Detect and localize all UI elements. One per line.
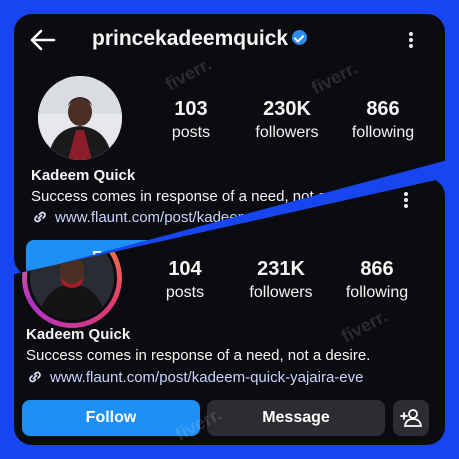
stat-label: posts xyxy=(171,124,211,141)
add-person-icon xyxy=(400,409,422,427)
stat-value: 231K xyxy=(257,258,305,280)
link-icon xyxy=(34,211,46,223)
stat-value: 104 xyxy=(168,258,202,280)
profile-name: Kadeem Quick xyxy=(31,167,136,184)
profile-username: princekadeemquick xyxy=(92,27,308,51)
stat-following[interactable]: 866 following xyxy=(322,258,432,302)
profile-bio: Success comes in response of a need, not… xyxy=(31,188,327,205)
stat-value: 103 xyxy=(174,98,208,120)
stat-value: 230K xyxy=(263,98,311,120)
stat-label: following xyxy=(345,284,409,301)
arrow-left-icon[interactable] xyxy=(28,28,56,52)
profile-link-row[interactable]: www.flaunt.com/post/kadeem xyxy=(31,208,250,226)
more-vertical-icon[interactable] xyxy=(398,190,414,210)
stat-label: posts xyxy=(165,284,205,301)
profile-name: Kadeem Quick xyxy=(26,326,131,343)
watermark: fiverr. xyxy=(307,57,361,99)
stat-label: followers xyxy=(255,124,319,141)
profile-link-row[interactable]: www.flaunt.com/post/kadeem-quick-yajaira… xyxy=(26,368,363,386)
follow-button[interactable]: Follow xyxy=(22,400,200,436)
stat-label: following xyxy=(351,124,415,141)
more-vertical-icon[interactable] xyxy=(403,30,419,50)
follow-button-label: Follow xyxy=(85,409,137,426)
stat-value: 866 xyxy=(360,258,394,280)
watermark: fiverr. xyxy=(337,305,391,347)
message-button[interactable]: Message xyxy=(207,400,385,436)
profile-link[interactable]: www.flaunt.com/post/kadeem-quick-yajaira… xyxy=(50,369,363,386)
stat-posts[interactable]: 104 posts xyxy=(130,258,240,302)
stat-value: 866 xyxy=(366,98,400,120)
stat-followers[interactable]: 230K followers xyxy=(232,98,342,142)
stat-label: followers xyxy=(249,284,313,301)
add-person-button[interactable] xyxy=(393,400,429,436)
avatar[interactable] xyxy=(38,76,122,160)
stat-posts[interactable]: 103 posts xyxy=(136,98,246,142)
stat-followers[interactable]: 231K followers xyxy=(226,258,336,302)
stat-following[interactable]: 866 following xyxy=(328,98,438,142)
verified-badge-icon xyxy=(292,29,308,45)
message-button-label: Message xyxy=(262,409,330,426)
profile-bio: Success comes in response of a need, not… xyxy=(26,347,371,364)
watermark: fiverr. xyxy=(161,53,215,95)
link-icon xyxy=(29,371,41,383)
profile-link[interactable]: www.flaunt.com/post/kadeem xyxy=(55,209,250,226)
